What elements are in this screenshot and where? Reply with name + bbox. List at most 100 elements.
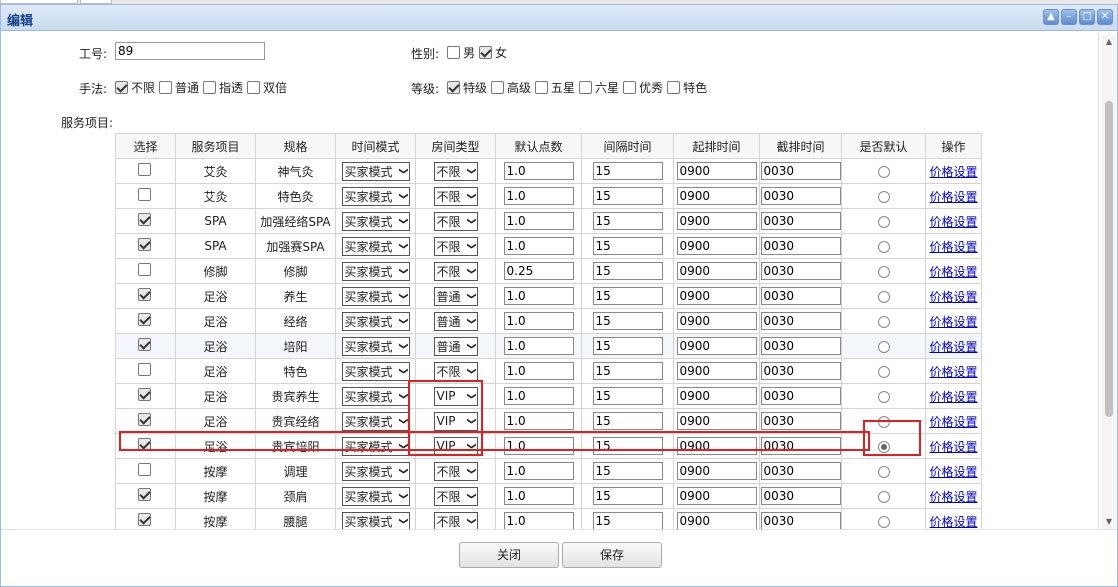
interval-input[interactable] [592, 187, 663, 205]
default-points-input[interactable] [503, 187, 574, 205]
end-time-input[interactable] [760, 212, 841, 230]
end-time-input[interactable] [760, 312, 841, 330]
end-time-input[interactable] [760, 512, 841, 529]
room-type-select[interactable]: 不限 ❯ [433, 186, 478, 206]
time-mode-select[interactable]: 买家模式 ❯ [341, 336, 410, 356]
interval-input[interactable] [592, 412, 663, 430]
default-points-input[interactable] [503, 412, 574, 430]
grade-option[interactable]: 特级 [447, 79, 487, 96]
room-type-select[interactable]: 普通 ❯ [433, 336, 478, 356]
price-settings-link[interactable]: 价格设置 [929, 490, 977, 504]
price-settings-link[interactable]: 价格设置 [929, 340, 977, 354]
default-radio[interactable] [877, 440, 890, 453]
default-radio[interactable] [877, 515, 890, 528]
grade-checkbox[interactable] [447, 81, 460, 94]
row-select-checkbox[interactable] [137, 338, 151, 351]
start-time-input[interactable] [676, 387, 757, 405]
room-type-select[interactable]: VIP ❯ [433, 386, 478, 406]
row-select-checkbox[interactable] [137, 513, 151, 526]
employee-id-input[interactable] [115, 42, 265, 60]
start-time-input[interactable] [676, 187, 757, 205]
default-radio[interactable] [877, 465, 890, 478]
time-mode-select[interactable]: 买家模式 ❯ [341, 261, 410, 281]
start-time-input[interactable] [676, 237, 757, 255]
default-points-input[interactable] [503, 437, 574, 455]
default-radio[interactable] [877, 265, 890, 278]
dialog-titlebar[interactable]: 编辑 ▲ – □ ✕ [1, 5, 1117, 31]
row-select-checkbox[interactable] [137, 213, 151, 226]
price-settings-link[interactable]: 价格设置 [929, 190, 977, 204]
grade-option[interactable]: 五星 [535, 79, 575, 96]
time-mode-select[interactable]: 买家模式 ❯ [341, 236, 410, 256]
row-select-checkbox[interactable] [137, 388, 151, 401]
row-select-checkbox[interactable] [137, 188, 151, 201]
time-mode-select[interactable]: 买家模式 ❯ [341, 486, 410, 506]
default-points-input[interactable] [503, 312, 574, 330]
maximize-icon[interactable]: □ [1079, 9, 1095, 25]
default-radio[interactable] [877, 315, 890, 328]
price-settings-link[interactable]: 价格设置 [929, 265, 977, 279]
default-radio[interactable] [877, 415, 890, 428]
close-button[interactable]: 关闭 [459, 542, 559, 568]
minimize-icon[interactable]: – [1061, 9, 1077, 25]
interval-input[interactable] [592, 287, 663, 305]
room-type-select[interactable]: 不限 ❯ [433, 361, 478, 381]
end-time-input[interactable] [760, 337, 841, 355]
room-type-select[interactable]: 普通 ❯ [433, 311, 478, 331]
technique-option[interactable]: 双倍 [247, 79, 287, 96]
default-radio[interactable] [877, 490, 890, 503]
default-radio[interactable] [877, 240, 890, 253]
row-select-checkbox[interactable] [137, 238, 151, 251]
row-select-checkbox[interactable] [137, 488, 151, 501]
row-select-checkbox[interactable] [137, 413, 151, 426]
default-points-input[interactable] [503, 387, 574, 405]
default-radio[interactable] [877, 290, 890, 303]
time-mode-select[interactable]: 买家模式 ❯ [341, 186, 410, 206]
row-select-checkbox[interactable] [137, 438, 151, 451]
technique-checkbox[interactable] [159, 81, 173, 94]
end-time-input[interactable] [760, 362, 841, 380]
scrollbar-thumb[interactable] [1105, 101, 1113, 417]
interval-input[interactable] [592, 387, 663, 405]
start-time-input[interactable] [676, 312, 757, 330]
price-settings-link[interactable]: 价格设置 [929, 165, 977, 179]
gender-checkbox[interactable] [479, 46, 493, 59]
start-time-input[interactable] [676, 212, 757, 230]
interval-input[interactable] [592, 312, 663, 330]
start-time-input[interactable] [676, 287, 757, 305]
start-time-input[interactable] [676, 162, 757, 180]
scroll-up-icon[interactable]: ▲ [1104, 37, 1114, 47]
room-type-select[interactable]: 不限 ❯ [433, 461, 478, 481]
end-time-input[interactable] [760, 162, 841, 180]
save-button[interactable]: 保存 [562, 542, 662, 568]
interval-input[interactable] [592, 237, 663, 255]
default-radio[interactable] [877, 340, 890, 353]
end-time-input[interactable] [760, 437, 841, 455]
grade-option[interactable]: 六星 [579, 79, 619, 96]
row-select-checkbox[interactable] [137, 463, 151, 476]
room-type-select[interactable]: VIP ❯ [433, 436, 478, 456]
end-time-input[interactable] [760, 462, 841, 480]
time-mode-select[interactable]: 买家模式 ❯ [341, 361, 410, 381]
default-points-input[interactable] [503, 512, 574, 529]
start-time-input[interactable] [676, 437, 757, 455]
row-select-checkbox[interactable] [137, 313, 151, 326]
time-mode-select[interactable]: 买家模式 ❯ [341, 411, 410, 431]
grade-checkbox[interactable] [491, 81, 505, 94]
room-type-select[interactable]: 不限 ❯ [433, 236, 478, 256]
grade-checkbox[interactable] [535, 81, 549, 94]
scroll-down-icon[interactable]: ▼ [1104, 517, 1114, 527]
grade-option[interactable]: 优秀 [623, 79, 663, 96]
gender-option[interactable]: 男 [447, 44, 475, 61]
interval-input[interactable] [592, 162, 663, 180]
end-time-input[interactable] [760, 412, 841, 430]
start-time-input[interactable] [676, 337, 757, 355]
interval-input[interactable] [592, 337, 663, 355]
row-select-checkbox[interactable] [137, 288, 151, 301]
grade-option[interactable]: 高级 [491, 79, 531, 96]
default-points-input[interactable] [503, 212, 574, 230]
grade-checkbox[interactable] [667, 81, 681, 94]
start-time-input[interactable] [676, 487, 757, 505]
row-select-checkbox[interactable] [137, 363, 151, 376]
start-time-input[interactable] [676, 362, 757, 380]
